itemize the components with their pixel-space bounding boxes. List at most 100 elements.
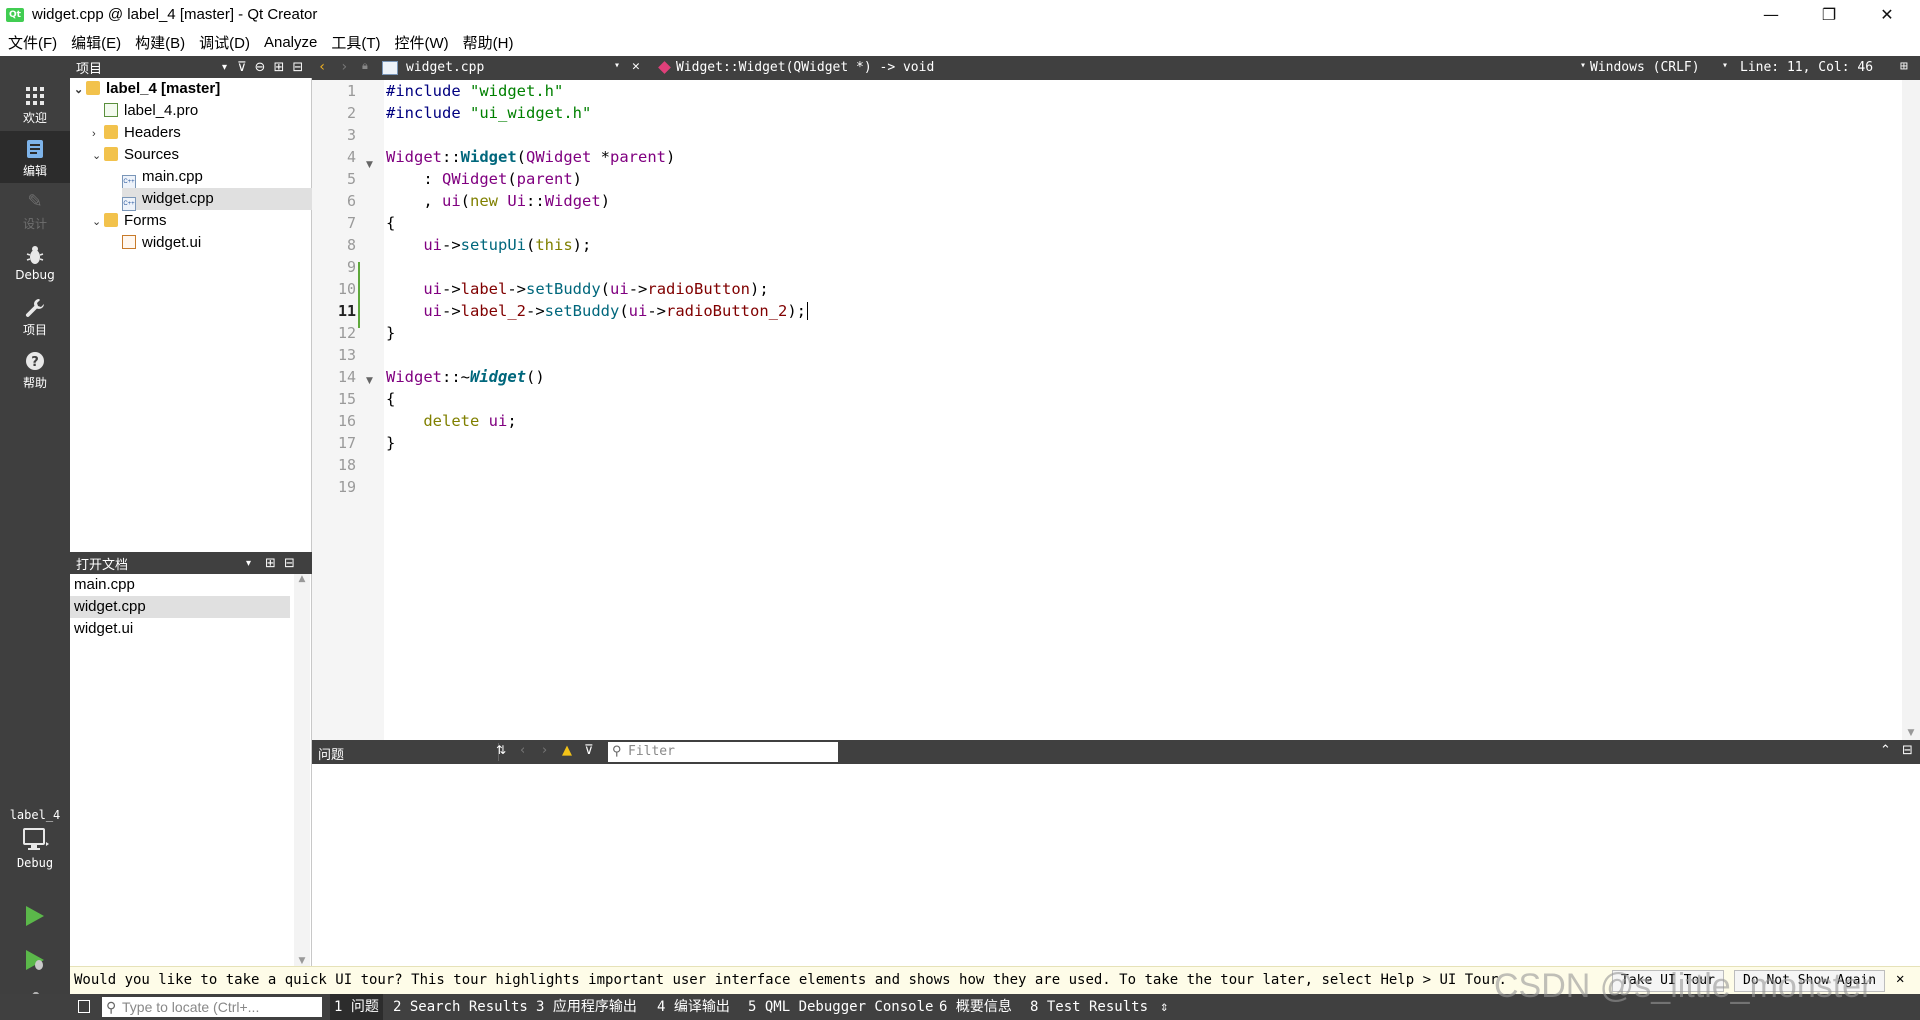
chevron-down-icon[interactable]: ⌄ <box>92 145 104 167</box>
symbol-selector[interactable]: Widget::Widget(QWidget *) -> void <box>676 60 934 75</box>
output-tab-compile[interactable]: 4 编译输出 <box>657 994 730 1020</box>
minimize-button[interactable]: — <box>1748 0 1794 29</box>
link-icon[interactable]: ⊖ <box>255 60 266 75</box>
chevron-down-icon[interactable]: ⌄ <box>92 211 104 233</box>
menu-debug[interactable]: 调试(D) <box>191 32 256 53</box>
code-line[interactable]: } <box>386 322 395 344</box>
mode-edit[interactable]: 编辑 <box>0 131 70 183</box>
toggle-sidebar-icon[interactable] <box>78 1000 90 1013</box>
mode-design[interactable]: ✎ 设计 <box>0 184 70 236</box>
more-tabs-icon[interactable]: ⇕ <box>1160 994 1168 1020</box>
issues-filter-input[interactable]: ⚲ Filter <box>608 742 838 762</box>
mode-debug[interactable]: Debug <box>0 237 70 289</box>
code-line[interactable]: , ui(new Ui::Widget) <box>386 190 610 212</box>
run-button[interactable] <box>22 904 46 932</box>
split-icon[interactable]: ⊞ <box>265 556 276 571</box>
code-line[interactable]: Widget::~Widget() <box>386 366 545 388</box>
locator-input[interactable]: ⚲ Type to locate (Ctrl+... <box>102 997 322 1017</box>
output-tab-app-output[interactable]: 3 应用程序输出 <box>536 994 637 1020</box>
line-number: 13 <box>337 346 356 364</box>
menu-edit[interactable]: 编辑(E) <box>63 32 127 53</box>
scroll-down-icon[interactable]: ▼ <box>1902 728 1920 738</box>
close-button[interactable]: ✕ <box>1864 0 1910 29</box>
code-line[interactable]: { <box>386 212 395 234</box>
code-line[interactable]: delete ui; <box>386 410 516 432</box>
line-ending-chevron-icon[interactable]: ▾ <box>1722 60 1728 71</box>
menu-build[interactable]: 构建(B) <box>127 32 191 53</box>
tree-item-forms[interactable]: ⌄ Forms <box>92 210 167 232</box>
chevron-down-icon[interactable]: ▾ <box>246 558 251 569</box>
close-file-icon[interactable]: ✕ <box>632 59 640 74</box>
menu-tools[interactable]: 工具(T) <box>323 32 386 53</box>
output-tab-tests[interactable]: 8 Test Results <box>1030 994 1148 1020</box>
tree-item-headers[interactable]: › Headers <box>92 122 181 144</box>
tree-item-widget-ui[interactable]: widget.ui <box>110 232 201 254</box>
editor-scrollbar[interactable]: ▼ <box>1902 80 1920 740</box>
tree-item-sources[interactable]: ⌄ Sources <box>92 144 179 166</box>
output-tab-overview[interactable]: 6 概要信息 <box>939 994 1012 1020</box>
debug-run-button[interactable] <box>22 948 46 976</box>
maximize-panel-icon[interactable]: ⌃ <box>1880 743 1891 758</box>
code-line[interactable]: ui->label_2->setBuddy(ui->radioButton_2)… <box>386 300 809 322</box>
tree-item-widget-cpp[interactable]: C++ widget.cpp <box>122 188 312 211</box>
code-line[interactable]: { <box>386 388 395 410</box>
close-panel-icon[interactable]: ⊟ <box>1902 743 1913 758</box>
tree-item-project[interactable]: ⌄ label_4 [master] <box>74 78 220 100</box>
fold-marker-icon[interactable]: ▼ <box>366 376 373 386</box>
code-line[interactable]: ui->label->setBuddy(ui->radioButton); <box>386 278 768 300</box>
close-panel-icon[interactable]: ⊟ <box>292 60 303 75</box>
close-panel-icon[interactable]: ⊟ <box>284 556 295 571</box>
issues-panel-header: 问题 ⇅ ‹ › ▲ ⊽ ⚲ Filter ⌃ ⊟ <box>312 740 1920 764</box>
code-line[interactable]: : QWidget(parent) <box>386 168 582 190</box>
view-select-chevron-icon[interactable]: ▾ <box>222 62 227 73</box>
mode-help[interactable]: ? 帮助 <box>0 343 70 395</box>
next-issue-icon[interactable]: › <box>542 743 547 758</box>
filter-icon[interactable]: ⊽ <box>584 743 594 758</box>
filter-icon[interactable]: ⊽ <box>237 60 247 75</box>
close-tour-icon[interactable]: ✕ <box>1896 971 1904 987</box>
line-ending-selector[interactable]: Windows (CRLF) <box>1590 60 1700 75</box>
sort-icon[interactable]: ⇅ <box>496 743 506 757</box>
symbol-chevron-icon[interactable]: ▾ <box>1580 60 1586 71</box>
chevron-right-icon[interactable]: › <box>92 123 104 145</box>
qt-logo-icon: Qt <box>6 7 24 22</box>
split-icon[interactable]: ⊞ <box>1900 59 1908 74</box>
mode-projects[interactable]: 项目 <box>0 290 70 342</box>
chevron-down-icon[interactable]: ⌄ <box>74 79 86 101</box>
tree-item-pro[interactable]: label_4.pro <box>92 100 198 122</box>
docs-scrollbar[interactable]: ▲ ▼ <box>294 574 310 966</box>
code-line[interactable]: Widget::Widget(QWidget *parent) <box>386 146 675 168</box>
mode-welcome[interactable]: 欢迎 <box>0 78 70 130</box>
project-panel-header: 项目 ▾ ⊽ ⊖ ⊞ ⊟ <box>70 56 312 78</box>
cursor-position[interactable]: Line: 11, Col: 46 <box>1740 60 1873 75</box>
kit-selector[interactable]: label_4 Debug <box>0 808 70 870</box>
menu-file[interactable]: 文件(F) <box>0 32 63 53</box>
output-tab-search[interactable]: 2 Search Results <box>393 994 528 1020</box>
code-editor[interactable]: #include "widget.h" #include "ui_widget.h… <box>386 80 1902 740</box>
code-line[interactable]: #include "ui_widget.h" <box>386 102 591 124</box>
output-tab-issues[interactable]: 1 问题 <box>330 994 383 1020</box>
warning-icon[interactable]: ▲ <box>562 743 572 758</box>
editor-file-name[interactable]: widget.cpp <box>406 60 484 75</box>
forward-icon[interactable]: › <box>340 59 348 75</box>
back-icon[interactable]: ‹ <box>318 59 326 75</box>
prev-issue-icon[interactable]: ‹ <box>520 743 525 758</box>
scroll-down-icon[interactable]: ▼ <box>294 956 310 966</box>
menu-help[interactable]: 帮助(H) <box>455 32 520 53</box>
code-line[interactable]: } <box>386 432 395 454</box>
scroll-up-icon[interactable]: ▲ <box>294 574 310 584</box>
file-dropdown-chevron-icon[interactable]: ▾ <box>614 60 620 71</box>
menu-analyze[interactable]: Analyze <box>256 34 323 51</box>
open-doc-item[interactable]: main.cpp <box>70 574 290 596</box>
output-tab-qml-console[interactable]: 5 QML Debugger Console <box>748 994 933 1020</box>
code-line[interactable]: ui->setupUi(this); <box>386 234 591 256</box>
fold-marker-icon[interactable]: ▼ <box>366 160 373 170</box>
open-doc-item[interactable]: widget.ui <box>70 618 290 640</box>
cpp-file-icon: C++ <box>122 175 136 189</box>
open-doc-item[interactable]: widget.cpp <box>70 596 290 618</box>
tree-item-main-cpp[interactable]: C++ main.cpp <box>110 166 310 189</box>
maximize-button[interactable]: ❐ <box>1806 0 1852 29</box>
split-icon[interactable]: ⊞ <box>273 60 284 75</box>
menu-widgets[interactable]: 控件(W) <box>387 32 455 53</box>
code-line[interactable]: #include "widget.h" <box>386 80 563 102</box>
